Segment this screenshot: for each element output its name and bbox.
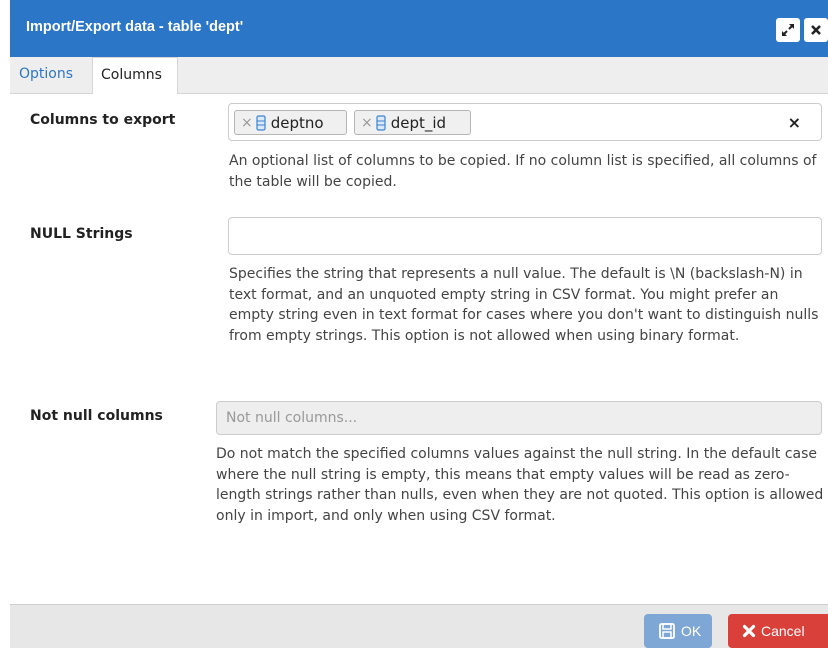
close-button[interactable] [804, 18, 828, 42]
expand-button[interactable] [776, 18, 800, 42]
background-edge [0, 0, 10, 647]
chip-label: deptno [270, 113, 324, 132]
not-null-columns-label: Not null columns [30, 408, 163, 424]
remove-chip-icon[interactable]: × [361, 115, 373, 131]
column-icon [376, 114, 386, 131]
close-icon [811, 25, 821, 35]
column-chip: × deptno [234, 110, 347, 135]
x-icon [742, 624, 756, 638]
ok-label: OK [681, 623, 702, 639]
not-null-columns-help: Do not match the specified columns value… [216, 446, 824, 524]
cancel-button[interactable]: Cancel [728, 614, 828, 648]
tab-columns-label: Columns [101, 67, 162, 83]
chip-label: dept_id [390, 113, 447, 132]
expand-icon [782, 24, 794, 36]
null-strings-help: Specifies the string that represents a n… [229, 266, 819, 344]
column-icon [256, 114, 266, 131]
tab-columns[interactable]: Columns [92, 57, 178, 94]
not-null-columns-placeholder: Not null columns... [226, 410, 358, 426]
remove-chip-icon[interactable]: × [241, 115, 253, 131]
cancel-label: Cancel [761, 623, 805, 639]
columns-to-export-label: Columns to export [30, 112, 176, 128]
ok-button[interactable]: OK [644, 614, 712, 648]
not-null-columns-select: Not null columns... [216, 401, 822, 435]
dialog-title: Import/Export data - table 'dept' [26, 19, 244, 35]
columns-to-export-help: An optional list of columns to be copied… [229, 153, 817, 190]
clear-selection-icon[interactable]: × [788, 113, 801, 132]
dialog-titlebar[interactable]: Import/Export data - table 'dept' [10, 0, 828, 57]
null-strings-label: NULL Strings [30, 226, 133, 242]
columns-to-export-select[interactable]: × deptno × dept_id × [228, 103, 822, 141]
column-chip: × dept_id [354, 110, 471, 135]
save-icon [659, 623, 675, 639]
null-strings-input[interactable] [228, 217, 822, 255]
tab-options[interactable]: Options [19, 66, 73, 82]
tab-bar: Options Columns [10, 57, 828, 94]
dialog-footer: OK Cancel [10, 604, 828, 648]
